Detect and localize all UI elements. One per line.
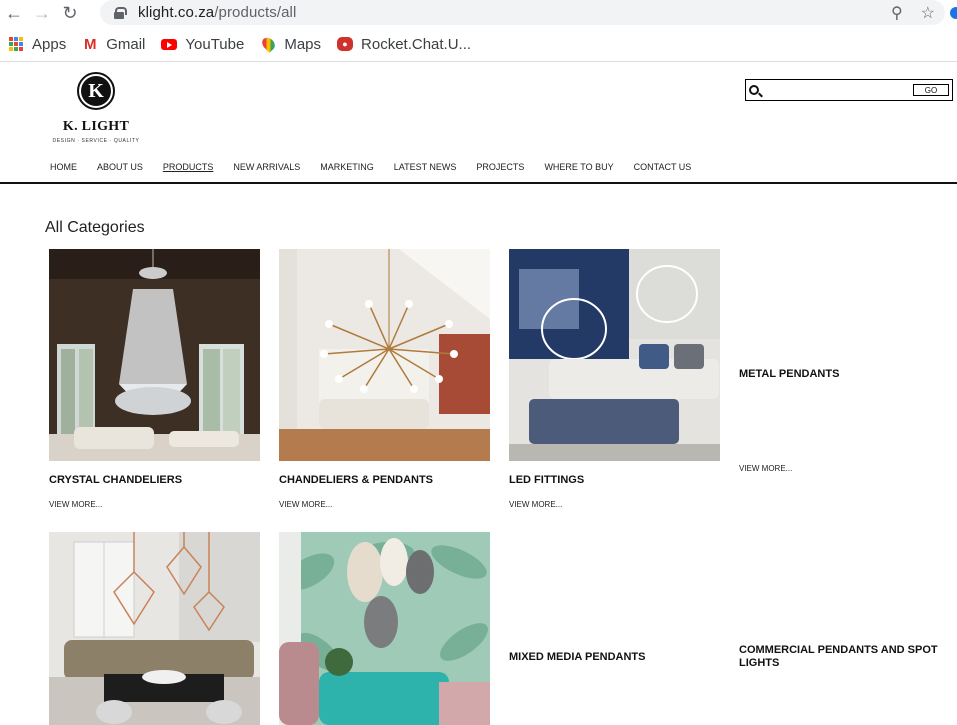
nav-divider <box>0 182 957 184</box>
bookmark-youtube[interactable]: YouTube <box>161 36 244 53</box>
maps-icon <box>259 35 278 53</box>
view-more-link[interactable]: VIEW MORE... <box>509 500 721 509</box>
nav-products[interactable]: PRODUCTS <box>163 162 214 172</box>
bookmark-gmail[interactable]: M Gmail <box>82 36 145 53</box>
forward-arrow-icon[interactable]: → <box>28 0 56 27</box>
logo-tagline: DESIGN · SERVICE · QUALITY <box>52 138 140 144</box>
rocketchat-icon: ● <box>337 36 354 52</box>
nav-marketing[interactable]: MARKETING <box>320 162 374 172</box>
search-input[interactable] <box>763 82 913 98</box>
address-bar[interactable]: klight.co.za/products/all ⚲ ☆ <box>100 0 945 25</box>
category-tile[interactable] <box>49 532 261 725</box>
view-more-link[interactable]: VIEW MORE... <box>279 500 491 509</box>
site-header: K K. LIGHT DESIGN · SERVICE · QUALITY GO… <box>0 62 957 184</box>
category-image[interactable] <box>49 532 260 725</box>
bookmark-apps[interactable]: Apps <box>8 36 66 53</box>
category-label[interactable]: MIXED MEDIA PENDANTS <box>509 651 721 664</box>
apps-grid-icon <box>8 36 24 52</box>
category-label[interactable]: COMMERCIAL PENDANTS AND SPOT LIGHTS <box>739 644 951 670</box>
browser-toolbar: ← → ↻ klight.co.za/products/all ⚲ ☆ <box>0 0 957 27</box>
category-image[interactable] <box>509 249 720 461</box>
view-more-link[interactable]: VIEW MORE... <box>49 500 261 509</box>
nav-latest-news[interactable]: LATEST NEWS <box>394 162 457 172</box>
bookmark-maps[interactable]: Maps <box>259 35 322 53</box>
category-image[interactable] <box>279 249 490 461</box>
search-go-button[interactable]: GO <box>913 84 949 96</box>
back-arrow-icon[interactable]: ← <box>0 0 28 27</box>
category-label[interactable]: CHANDELIERS & PENDANTS <box>279 474 491 487</box>
logo-mark-icon: K <box>77 72 115 110</box>
bookmark-label: Gmail <box>106 35 146 53</box>
nav-contact-us[interactable]: CONTACT US <box>634 162 692 172</box>
lock-icon <box>114 6 127 19</box>
url-text: klight.co.za/products/all <box>138 4 297 21</box>
reload-icon[interactable]: ↻ <box>56 0 84 27</box>
gmail-icon: M <box>83 35 97 53</box>
bookmarks-bar: Apps M Gmail YouTube Maps ● Rocket.Chat.… <box>0 27 957 62</box>
bookmark-rocketchat[interactable]: ● Rocket.Chat.U... <box>337 36 471 53</box>
site-logo[interactable]: K K. LIGHT DESIGN · SERVICE · QUALITY <box>46 72 146 144</box>
zoom-icon[interactable]: ⚲ <box>891 3 903 23</box>
nav-new-arrivals[interactable]: NEW ARRIVALS <box>233 162 300 172</box>
category-image[interactable] <box>279 532 490 725</box>
category-image[interactable] <box>49 249 260 461</box>
profile-avatar[interactable] <box>950 7 957 19</box>
bookmark-label: Rocket.Chat.U... <box>361 35 472 53</box>
view-more-link[interactable]: VIEW MORE... <box>739 464 951 473</box>
nav-projects[interactable]: PROJECTS <box>476 162 524 172</box>
category-label[interactable]: METAL PENDANTS <box>739 368 951 381</box>
category-tile[interactable]: METAL PENDANTS VIEW MORE... <box>739 249 951 473</box>
logo-name: K. LIGHT <box>62 119 130 134</box>
site-search: GO <box>745 79 953 101</box>
nav-about-us[interactable]: ABOUT US <box>97 162 143 172</box>
youtube-icon <box>161 36 178 52</box>
nav-where-to-buy[interactable]: WHERE TO BUY <box>544 162 613 172</box>
main-nav: HOME ABOUT US PRODUCTS NEW ARRIVALS MARK… <box>50 162 711 172</box>
page-title: All Categories <box>45 219 145 236</box>
category-tile[interactable]: MIXED MEDIA PENDANTS <box>509 532 721 664</box>
bookmark-star-icon[interactable]: ☆ <box>921 3 935 23</box>
bookmark-label: Maps <box>284 35 322 53</box>
nav-home[interactable]: HOME <box>50 162 77 172</box>
category-tile[interactable]: CHANDELIERS & PENDANTS VIEW MORE... <box>279 249 491 509</box>
category-tile[interactable]: LED FITTINGS VIEW MORE... <box>509 249 721 509</box>
category-tile[interactable]: COMMERCIAL PENDANTS AND SPOT LIGHTS <box>739 532 951 670</box>
category-tile[interactable] <box>279 532 491 725</box>
search-icon <box>749 85 759 95</box>
category-label[interactable]: LED FITTINGS <box>509 474 721 487</box>
category-tile[interactable]: CRYSTAL CHANDELIERS VIEW MORE... <box>49 249 261 509</box>
bookmark-label: YouTube <box>185 35 245 53</box>
category-label[interactable]: CRYSTAL CHANDELIERS <box>49 474 261 487</box>
bookmark-label: Apps <box>32 35 67 53</box>
